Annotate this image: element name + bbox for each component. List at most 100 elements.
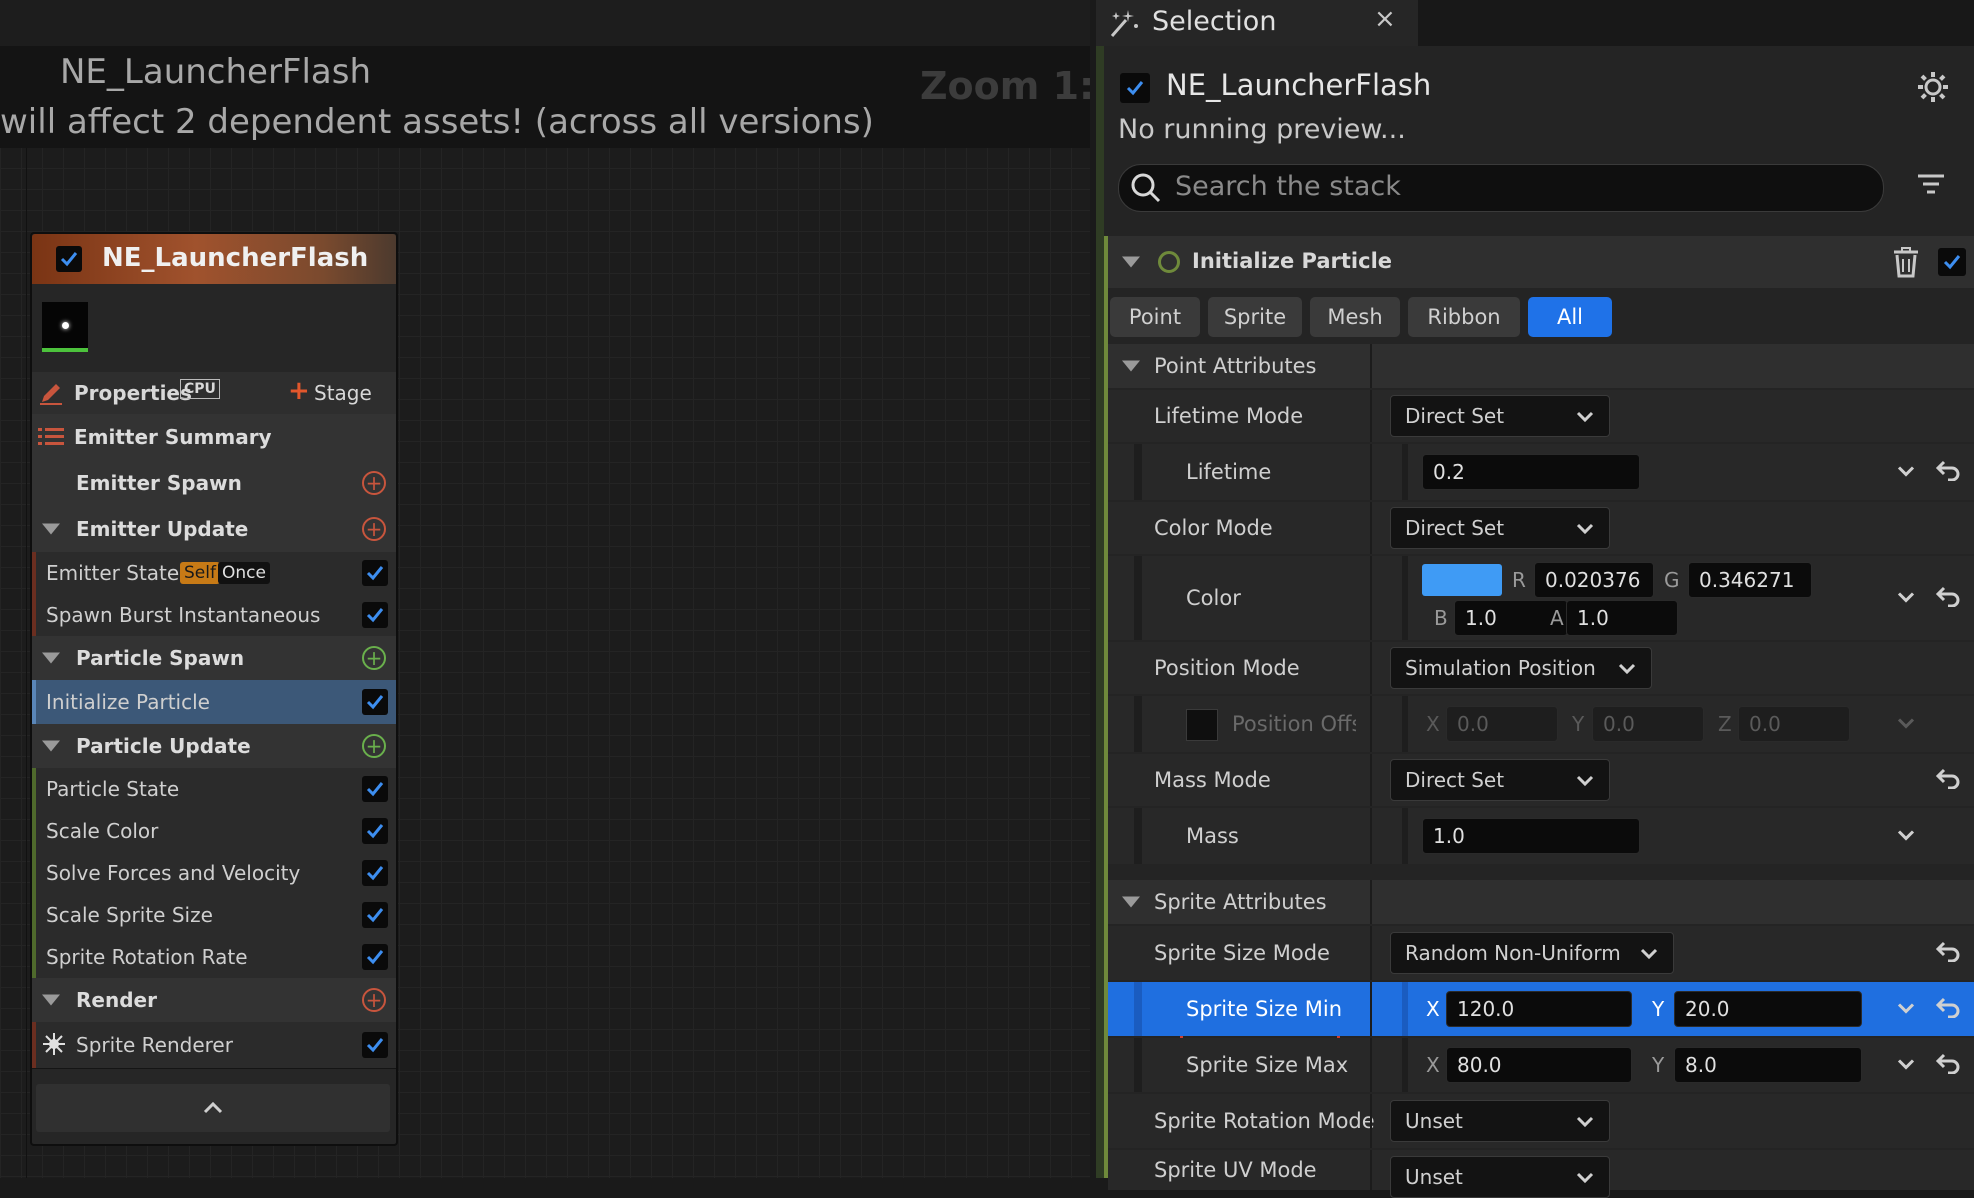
- search-input[interactable]: Search the stack: [1118, 164, 1884, 212]
- emitter-node[interactable]: NE_LauncherFlash Properties CPU + Stage …: [30, 232, 398, 1146]
- sprite-size-min-x-input[interactable]: 120.0: [1446, 991, 1632, 1027]
- close-icon[interactable]: ×: [1374, 4, 1396, 34]
- position-offset-checkbox[interactable]: [1186, 709, 1218, 741]
- mass-mode-dropdown[interactable]: Direct Set: [1390, 759, 1610, 801]
- stack-section-particle-update[interactable]: Particle Update +: [32, 724, 396, 769]
- filter-icon[interactable]: [1916, 170, 1946, 204]
- position-y-input[interactable]: 0.0: [1592, 706, 1704, 742]
- reset-button[interactable]: [1935, 1052, 1962, 1078]
- lifetime-mode-dropdown[interactable]: Direct Set: [1390, 395, 1610, 437]
- collapse-triangle-icon[interactable]: [1122, 360, 1140, 372]
- reset-button[interactable]: [1935, 940, 1962, 966]
- module-enabled-checkbox[interactable]: [362, 1032, 388, 1058]
- stack-item-spawn-burst-instantaneous[interactable]: Spawn Burst Instantaneous: [32, 594, 396, 637]
- search-icon: [1129, 171, 1163, 209]
- stack-item-initialize-particle[interactable]: Initialize Particle: [32, 680, 396, 725]
- collapse-triangle-icon[interactable]: [1122, 256, 1140, 268]
- color-mode-dropdown[interactable]: Direct Set: [1390, 507, 1610, 549]
- add-module-icon[interactable]: +: [362, 988, 386, 1012]
- stack-item-sprite-renderer[interactable]: Sprite Renderer: [32, 1022, 396, 1069]
- tab-selection[interactable]: Selection ×: [1096, 0, 1418, 46]
- expand-button[interactable]: [1896, 463, 1916, 482]
- color-g-input[interactable]: 0.346271: [1688, 562, 1812, 598]
- properties-row[interactable]: Properties CPU + Stage: [32, 372, 396, 415]
- position-x-input[interactable]: 0.0: [1446, 706, 1558, 742]
- position-mode-dropdown[interactable]: Simulation Position: [1390, 647, 1652, 689]
- reset-button[interactable]: [1935, 996, 1962, 1022]
- stack-item-scale-sprite-size[interactable]: Scale Sprite Size: [32, 894, 396, 937]
- module-enabled-checkbox[interactable]: [362, 776, 388, 802]
- stage-color-bar: [32, 680, 36, 724]
- add-module-icon[interactable]: +: [362, 517, 386, 541]
- add-module-icon[interactable]: +: [362, 646, 386, 670]
- stack-section-emitter-spawn[interactable]: Emitter Spawn +: [32, 460, 396, 507]
- position-z-input[interactable]: 0.0: [1738, 706, 1850, 742]
- stack-item-solve-forces-and-velocity[interactable]: Solve Forces and Velocity: [32, 852, 396, 895]
- sprite-size-mode-dropdown[interactable]: Random Non-Uniform: [1390, 932, 1674, 974]
- stack-item-emitter-summary[interactable]: Emitter Summary: [32, 414, 396, 461]
- mass-input[interactable]: 1.0: [1422, 818, 1640, 854]
- module-enabled-checkbox[interactable]: [1938, 248, 1966, 276]
- reset-button[interactable]: [1935, 459, 1962, 485]
- gear-icon[interactable]: [1916, 70, 1950, 108]
- module-header[interactable]: Initialize Particle: [1108, 236, 1974, 288]
- a-label: A: [1550, 606, 1564, 630]
- filter-point[interactable]: Point: [1110, 297, 1200, 337]
- collapse-triangle-icon[interactable]: [1122, 896, 1140, 908]
- stack-section-emitter-update[interactable]: Emitter Update +: [32, 506, 396, 553]
- emitter-enable-checkbox[interactable]: [56, 246, 82, 272]
- filter-mesh[interactable]: Mesh: [1310, 297, 1400, 337]
- filter-ribbon[interactable]: Ribbon: [1408, 297, 1520, 337]
- sprite-size-max-y-input[interactable]: 8.0: [1674, 1047, 1862, 1083]
- color-a-input[interactable]: 1.0: [1566, 600, 1678, 636]
- color-swatch[interactable]: [1422, 564, 1502, 596]
- stack-item-particle-state[interactable]: Particle State: [32, 768, 396, 811]
- expand-button[interactable]: [1896, 827, 1916, 846]
- module-enabled-checkbox[interactable]: [362, 818, 388, 844]
- module-enabled-checkbox[interactable]: [362, 689, 388, 715]
- collapse-triangle-icon[interactable]: [42, 740, 60, 752]
- filter-all[interactable]: All: [1528, 297, 1612, 337]
- module-enabled-checkbox[interactable]: [362, 944, 388, 970]
- sprite-size-max-x-input[interactable]: 80.0: [1446, 1047, 1632, 1083]
- emitter-enabled-checkbox[interactable]: [1120, 73, 1150, 103]
- add-module-icon[interactable]: +: [362, 734, 386, 758]
- stage-button[interactable]: Stage: [314, 381, 372, 405]
- trash-icon[interactable]: [1892, 246, 1920, 282]
- collapse-button[interactable]: [36, 1084, 390, 1132]
- filter-sprite[interactable]: Sprite: [1208, 297, 1302, 337]
- module-enabled-checkbox[interactable]: [362, 560, 388, 586]
- sprite-rotation-mode-dropdown[interactable]: Unset: [1390, 1100, 1610, 1142]
- expand-button[interactable]: [1896, 715, 1916, 734]
- lifetime-input[interactable]: 0.2: [1422, 454, 1640, 490]
- expand-button[interactable]: [1896, 1056, 1916, 1075]
- stack-section-render[interactable]: Render +: [32, 978, 396, 1023]
- stack-section-particle-spawn[interactable]: Particle Spawn +: [32, 636, 396, 681]
- graph-canvas[interactable]: NE_LauncherFlash will affect 2 dependent…: [0, 0, 1090, 1178]
- sprite-size-min-y-input[interactable]: 20.0: [1674, 991, 1862, 1027]
- y-label: Y: [1652, 1053, 1665, 1077]
- expand-button[interactable]: [1896, 589, 1916, 608]
- stack-item-emitter-state[interactable]: Emitter State Self Once: [32, 552, 396, 595]
- collapse-triangle-icon[interactable]: [42, 523, 60, 535]
- reset-button[interactable]: [1935, 767, 1962, 793]
- stack-item-sprite-rotation-rate[interactable]: Sprite Rotation Rate: [32, 936, 396, 979]
- module-enabled-checkbox[interactable]: [362, 602, 388, 628]
- reset-arrow-icon: [1935, 997, 1960, 1019]
- sprite-uv-mode-dropdown[interactable]: Unset: [1390, 1156, 1610, 1198]
- collapse-triangle-icon[interactable]: [42, 994, 60, 1006]
- color-r-input[interactable]: 0.020376: [1534, 562, 1654, 598]
- reset-arrow-icon: [1935, 460, 1960, 482]
- emitter-node-header[interactable]: NE_LauncherFlash: [32, 234, 396, 284]
- expand-button[interactable]: [1896, 1000, 1916, 1019]
- check-icon: [366, 608, 384, 623]
- add-module-icon[interactable]: +: [362, 471, 386, 495]
- reset-button[interactable]: [1935, 585, 1962, 611]
- chevron-down-icon: [1576, 1172, 1594, 1184]
- module-enabled-checkbox[interactable]: [362, 860, 388, 886]
- module-enabled-checkbox[interactable]: [362, 902, 388, 928]
- stack-item-label: Solve Forces and Velocity: [46, 861, 301, 885]
- reset-arrow-icon: [1935, 768, 1960, 790]
- collapse-triangle-icon[interactable]: [42, 652, 60, 664]
- stack-item-scale-color[interactable]: Scale Color: [32, 810, 396, 853]
